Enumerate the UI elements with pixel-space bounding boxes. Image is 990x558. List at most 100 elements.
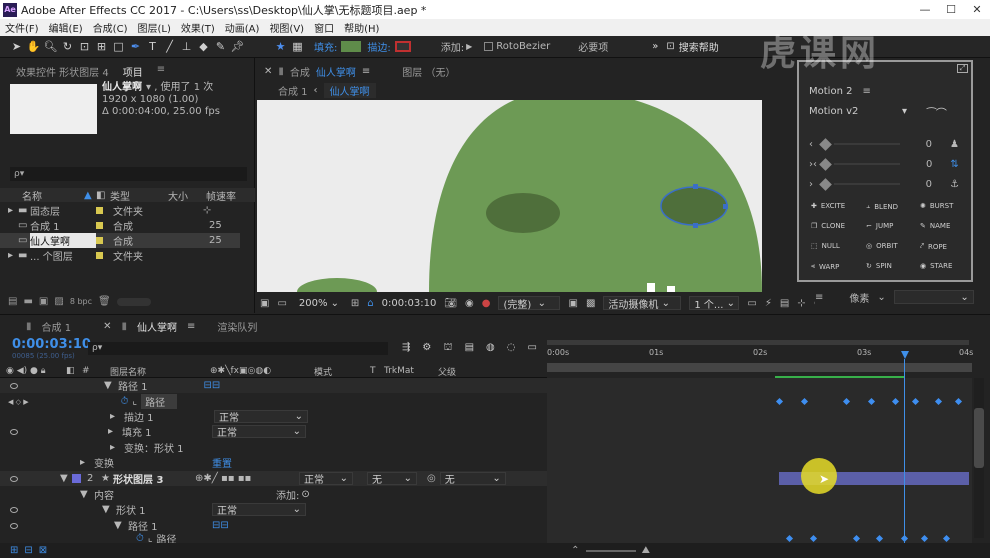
stroke-label[interactable]: 描边: (367, 39, 390, 54)
draft-3d-icon[interactable]: ⚙ (422, 342, 431, 355)
path-vertex-handle[interactable] (723, 204, 728, 209)
burst-button[interactable]: ✺ BURST (920, 202, 953, 210)
type-tool-icon[interactable]: T (144, 38, 161, 56)
breadcrumb-current[interactable]: 仙人掌啊 (323, 83, 376, 98)
comp-marker-bar[interactable] (547, 363, 972, 372)
tab-comp-name[interactable]: 仙人掌啊 (316, 64, 356, 79)
tab-comp1[interactable]: 合成 1 (42, 319, 72, 334)
selection-tool-icon[interactable]: ➤ (8, 38, 25, 56)
search-help[interactable]: 搜索帮助 (679, 39, 719, 54)
timeline-track-area[interactable]: ➤ (547, 376, 972, 543)
layer-row[interactable]: ▼ 内容 添加: ⊙ (0, 487, 547, 502)
rope-button[interactable]: ⤤ ROPE (920, 242, 947, 251)
views-dropdown[interactable]: 1 个... ⌄ (689, 296, 740, 311)
workspace-essentials[interactable]: 必要项 (578, 39, 608, 54)
tab-layer[interactable]: 图层 （无） (402, 64, 455, 79)
motion2-graph-icon[interactable]: ⁀⌒ (927, 105, 947, 121)
blend-mode-dropdown[interactable]: 正常 ⌄ (212, 425, 306, 439)
pan-behind-tool-icon[interactable]: ⊞ (93, 38, 110, 56)
keyframe[interactable] (785, 534, 794, 543)
flowchart-icon[interactable]: ⊹ (797, 298, 805, 309)
comp-viewer[interactable] (257, 100, 762, 292)
excite-button[interactable]: ✚ EXCITE (811, 202, 845, 210)
keyframe[interactable] (934, 397, 943, 406)
new-folder-icon[interactable]: ▬ (23, 296, 32, 307)
cactus-eye-right-selected[interactable] (660, 186, 728, 226)
fill-color-swatch[interactable] (341, 41, 362, 52)
toggle-modes-icon[interactable]: ⊟ (24, 545, 32, 556)
rectangle-tool-icon[interactable]: □ (110, 38, 127, 56)
layer-row[interactable]: ▼ 形状 1 正常 ⌄ (0, 502, 547, 517)
fill-label[interactable]: 填充: (314, 39, 337, 54)
slider-value[interactable]: 0 (926, 179, 932, 190)
menu-animation[interactable]: 动画(A) (220, 20, 265, 35)
rotate-tool-icon[interactable]: ↻ (59, 38, 76, 56)
menu-layer[interactable]: 图层(L) (132, 20, 175, 35)
toggle-inout-icon[interactable]: ⊠ (39, 545, 47, 556)
layer-row-shape3[interactable]: ▼ 2 ★ 形状图层 3 ⊕✱╱ ▪▪ ▪▪ 正常 ⌄ 无 ⌄ ◎ 无 ⌄ (0, 471, 547, 486)
star-tool-icon[interactable]: ★ (272, 38, 289, 56)
reset-link[interactable]: 重置 (212, 455, 232, 470)
col-parent[interactable]: 父级 (438, 365, 456, 378)
pixel-dropdown-icon[interactable]: ⌄ (877, 292, 885, 303)
col-mode[interactable]: 模式 (314, 365, 370, 378)
project-search-input[interactable]: ρ▾ (10, 167, 247, 181)
slider-handle[interactable] (819, 137, 832, 151)
tab-timeline-main[interactable]: 仙人掌啊 (137, 319, 177, 334)
eye-icon[interactable] (10, 428, 18, 435)
graph-editor-icon[interactable]: ◌ (507, 342, 516, 355)
always-preview-icon[interactable]: ▣ (260, 298, 269, 309)
frame-blend-icon[interactable]: ▤ (465, 342, 474, 355)
project-row[interactable]: ▸ ▬ 固态层 文件夹 ⊹ (0, 203, 255, 218)
fast-preview-icon[interactable]: ⚡ (765, 298, 772, 309)
layer-row[interactable]: ▸ 变换：形状 1 (0, 440, 547, 455)
keyframe[interactable] (842, 397, 851, 406)
keyframe[interactable] (891, 397, 900, 406)
slider-track[interactable] (833, 143, 900, 145)
hand-tool-icon[interactable]: ✋ (25, 38, 42, 56)
col-layer-name[interactable]: 图层名称 (110, 365, 210, 378)
menu-help[interactable]: 帮助(H) (339, 20, 384, 35)
show-snapshot-icon[interactable]: ◉ (465, 298, 474, 309)
panel-menu-icon[interactable]: ≡ (157, 64, 165, 79)
blend-mode-dropdown[interactable]: 正常 ⌄ (299, 472, 353, 486)
toggle-switches-icon[interactable]: ⊞ (10, 545, 18, 556)
eye-icon[interactable] (10, 382, 18, 389)
graph-icon[interactable]: ⌞ (132, 396, 137, 407)
slider-track[interactable] (834, 163, 900, 165)
project-row[interactable]: ▭ 合成 1 合成 25 (0, 218, 255, 233)
col-t[interactable]: T (370, 366, 384, 376)
search-help-icon[interactable]: ⊡ (666, 41, 674, 52)
col-type[interactable]: 类型 (110, 188, 168, 203)
grid-snap-icon[interactable]: ▦ (289, 38, 306, 56)
stopwatch-icon[interactable]: ⏱︎ (121, 396, 129, 407)
close-tab-icon[interactable]: ✕ (264, 66, 272, 77)
pen-tool-icon[interactable]: ✒ (127, 38, 144, 56)
graph-editor-toggle-icon[interactable]: ▭ (527, 342, 536, 355)
layer-label-color[interactable] (72, 474, 81, 483)
motion-blur-icon[interactable]: ◍ (486, 342, 495, 355)
parent-pickwhip-icon[interactable]: ◎ (427, 473, 436, 484)
close-tab-icon[interactable]: ✕ (103, 321, 111, 332)
add-icon[interactable]: ⊙ (301, 489, 309, 500)
rotobezier-checkbox[interactable] (484, 42, 494, 51)
parent-dropdown[interactable]: 无 ⌄ (439, 472, 506, 486)
blend-mode-dropdown[interactable]: 正常 ⌄ (214, 410, 308, 424)
menu-edit[interactable]: 编辑(E) (44, 20, 88, 35)
slider-value[interactable]: 0 (926, 159, 932, 170)
interpret-footage-icon[interactable]: ▤ (8, 296, 17, 307)
comp-panel-menu-icon[interactable]: ≡ (362, 66, 370, 77)
keyframe[interactable] (875, 534, 884, 543)
keyframe[interactable] (911, 397, 920, 406)
menu-composition[interactable]: 合成(C) (88, 20, 133, 35)
eye-icon[interactable] (10, 522, 18, 529)
layer-row[interactable]: ▼ 路径 1 ⊟⊟ (0, 378, 547, 393)
null-button[interactable]: ⬚ NULL (811, 242, 840, 250)
label-col-icon[interactable]: ◧ (66, 366, 82, 376)
zoom-dropdown[interactable]: 200% ⌄ (295, 296, 343, 310)
timeline-icon[interactable]: ▤ (780, 298, 789, 309)
timeline-menu-icon[interactable]: ≡ (187, 321, 195, 332)
layer-row[interactable]: ▸ 描边 1 正常 ⌄ (0, 409, 547, 424)
layer-row[interactable]: ⏱︎ ⌞ 路径 (0, 533, 547, 543)
spin-button[interactable]: ↻ SPIN (866, 262, 892, 270)
